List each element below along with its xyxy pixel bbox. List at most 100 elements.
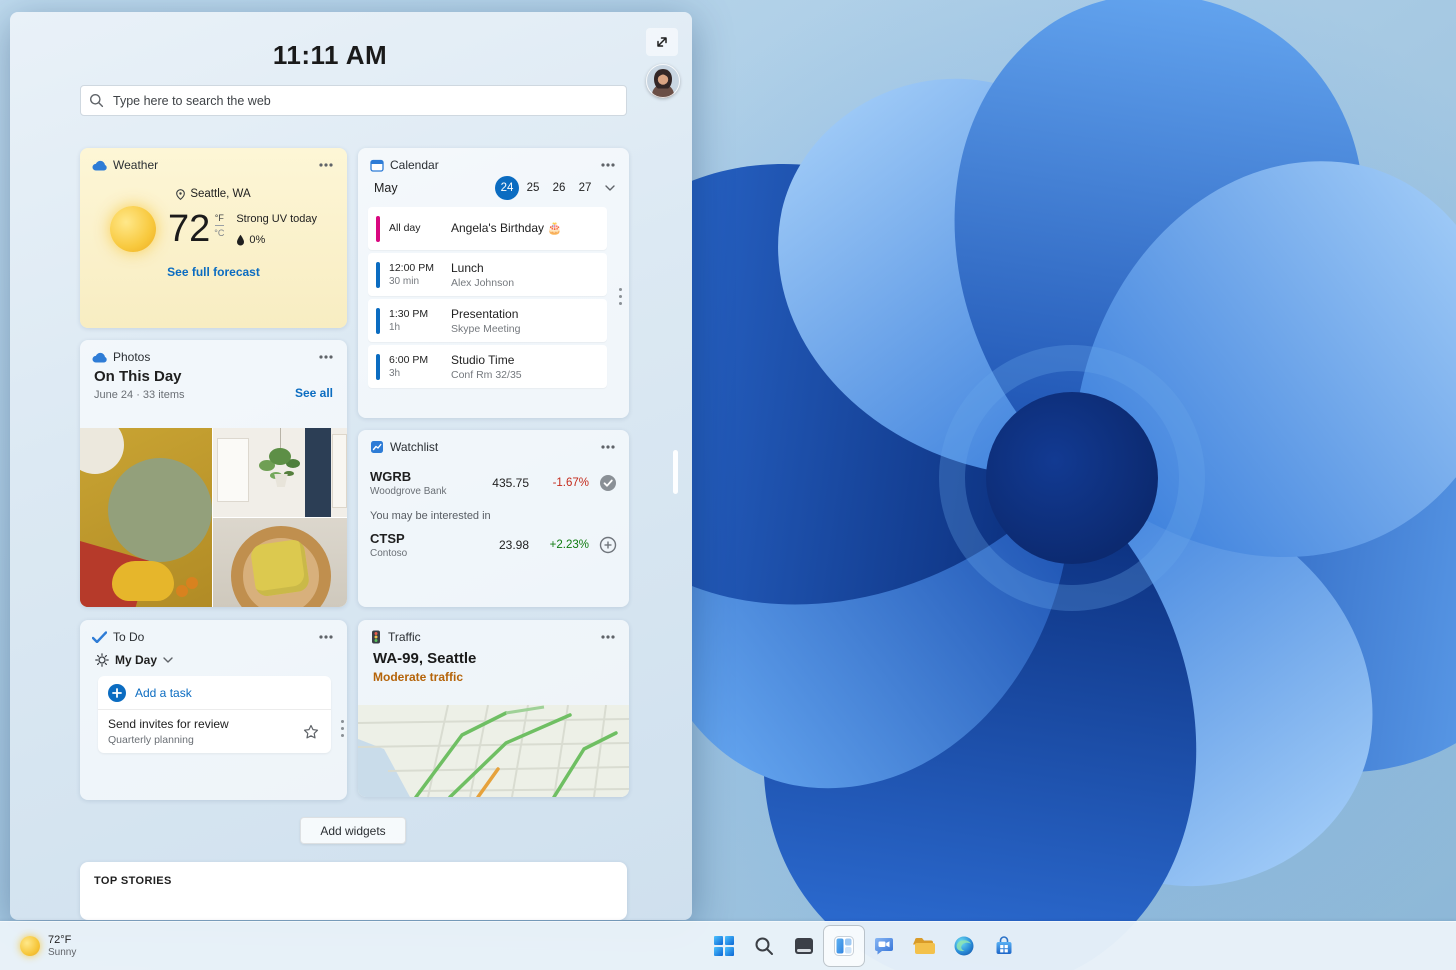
chevron-down-icon xyxy=(163,657,173,663)
calendar-event[interactable]: 12:00 PM 30 min Lunch Alex Johnson xyxy=(368,253,607,296)
unit-fahrenheit[interactable]: °F xyxy=(215,213,224,226)
widgets-button[interactable] xyxy=(824,926,864,966)
event-duration: 3h xyxy=(389,368,447,379)
calendar-event[interactable]: All day Angela's Birthday 🎂 xyxy=(368,207,607,250)
stock-row[interactable]: WGRB Woodgrove Bank 435.75 -1.67% xyxy=(358,469,629,497)
unit-celsius[interactable]: °C xyxy=(214,226,224,238)
photo-thumbnail[interactable] xyxy=(80,428,212,607)
top-stories-label: TOP STORIES xyxy=(80,862,627,887)
calendar-day-27[interactable]: 27 xyxy=(573,176,597,200)
panel-scrollbar[interactable] xyxy=(673,450,678,494)
microsoft-store-button[interactable] xyxy=(984,926,1024,966)
more-options-button[interactable] xyxy=(317,351,335,363)
todo-list-selector[interactable]: My Day xyxy=(95,653,347,667)
taskbar-weather-button[interactable]: 72°F Sunny xyxy=(14,927,82,965)
event-time: 6:00 PM xyxy=(389,354,447,366)
check-circle-icon xyxy=(599,474,617,492)
stock-symbol: CTSP xyxy=(370,531,407,546)
event-time: 12:00 PM xyxy=(389,262,447,274)
calendar-page-dots[interactable] xyxy=(619,288,622,305)
taskbar-weather-condition: Sunny xyxy=(48,947,76,958)
calendar-event[interactable]: 6:00 PM 3h Studio Time Conf Rm 32/35 xyxy=(368,345,607,388)
add-widgets-button[interactable]: Add widgets xyxy=(300,817,406,844)
traffic-map[interactable] xyxy=(358,705,629,797)
chat-button[interactable] xyxy=(864,926,904,966)
watchlist-suggestion-label: You may be interested in xyxy=(370,510,629,522)
stock-row[interactable]: CTSP Contoso 23.98 +2.23% xyxy=(358,531,629,559)
calendar-day-25[interactable]: 25 xyxy=(521,176,545,200)
calendar-expand-button[interactable] xyxy=(601,181,619,195)
widget-title: To Do xyxy=(113,630,144,644)
ellipsis-icon xyxy=(319,635,333,639)
widgets-icon xyxy=(833,935,855,957)
weather-condition: Strong UV today xyxy=(236,213,317,225)
user-avatar[interactable] xyxy=(646,64,680,98)
photos-heading: On This Day xyxy=(94,368,185,385)
event-duration: 30 min xyxy=(389,276,447,287)
more-options-button[interactable] xyxy=(317,631,335,643)
precipitation-value: 0% xyxy=(249,234,265,246)
event-title: Angela's Birthday 🎂 xyxy=(451,221,562,235)
chat-icon xyxy=(873,935,895,957)
stock-change: +2.23% xyxy=(537,539,589,551)
widget-title: Watchlist xyxy=(390,440,438,454)
photo-thumbnail[interactable] xyxy=(213,518,347,607)
add-task-plus-icon xyxy=(108,684,126,702)
search-icon xyxy=(89,93,104,108)
task-star-button[interactable] xyxy=(301,722,321,742)
taskbar-icon-group xyxy=(704,926,1024,966)
map-image xyxy=(358,705,629,797)
calendar-day-24[interactable]: 24 xyxy=(495,176,519,200)
stock-change: -1.67% xyxy=(537,477,589,489)
watchlist-add-button[interactable] xyxy=(599,536,617,554)
event-subtitle: Alex Johnson xyxy=(451,277,514,289)
weather-temperature: 72 °F °C xyxy=(168,210,224,248)
see-all-link[interactable]: See all xyxy=(295,386,333,401)
more-options-button[interactable] xyxy=(317,159,335,171)
search-input[interactable] xyxy=(80,85,627,116)
event-title: Presentation xyxy=(451,307,520,321)
todo-page-dots[interactable] xyxy=(341,720,344,737)
ellipsis-icon xyxy=(319,355,333,359)
weather-location-row[interactable]: Seattle, WA xyxy=(80,188,347,200)
taskbar: 72°F Sunny xyxy=(0,921,1456,970)
traffic-route: WA-99, Seattle xyxy=(373,650,629,667)
store-icon xyxy=(993,935,1015,957)
ellipsis-icon xyxy=(601,163,615,167)
stock-price: 23.98 xyxy=(499,538,529,552)
watchlist-added-button[interactable] xyxy=(599,474,617,492)
see-full-forecast-link[interactable]: See full forecast xyxy=(80,265,347,279)
add-task-label: Add a task xyxy=(135,686,192,700)
traffic-light-icon xyxy=(370,630,382,644)
star-icon xyxy=(303,724,319,740)
file-explorer-button[interactable] xyxy=(904,926,944,966)
watchlist-widget: Watchlist WGRB Woodgrove Bank 435.75 -1.… xyxy=(358,430,629,607)
add-task-button[interactable]: Add a task xyxy=(98,676,331,709)
widget-title: Weather xyxy=(113,158,158,172)
event-subtitle: Skype Meeting xyxy=(451,323,520,335)
task-view-button[interactable] xyxy=(784,926,824,966)
event-color-bar xyxy=(376,216,380,242)
photos-grid xyxy=(80,428,347,607)
top-stories-card[interactable]: TOP STORIES xyxy=(80,862,627,920)
photo-thumbnail[interactable] xyxy=(213,428,347,517)
calendar-month: May xyxy=(374,181,398,195)
photos-widget: Photos On This Day June 24 · 33 items Se… xyxy=(80,340,347,607)
calendar-day-26[interactable]: 26 xyxy=(547,176,571,200)
calendar-event[interactable]: 1:30 PM 1h Presentation Skype Meeting xyxy=(368,299,607,342)
start-button[interactable] xyxy=(704,926,744,966)
sun-icon xyxy=(110,206,156,252)
task-row[interactable]: Send invites for review Quarterly planni… xyxy=(98,710,331,753)
folder-icon xyxy=(913,935,935,957)
expand-panel-button[interactable] xyxy=(646,28,678,56)
event-color-bar xyxy=(376,308,380,334)
event-duration: 1h xyxy=(389,322,447,333)
more-options-button[interactable] xyxy=(599,631,617,643)
more-options-button[interactable] xyxy=(599,441,617,453)
taskbar-search-button[interactable] xyxy=(744,926,784,966)
more-options-button[interactable] xyxy=(599,159,617,171)
widget-title: Photos xyxy=(113,350,150,364)
cloud-icon xyxy=(92,352,107,363)
edge-browser-button[interactable] xyxy=(944,926,984,966)
traffic-widget: Traffic WA-99, Seattle Moderate traffic xyxy=(358,620,629,797)
